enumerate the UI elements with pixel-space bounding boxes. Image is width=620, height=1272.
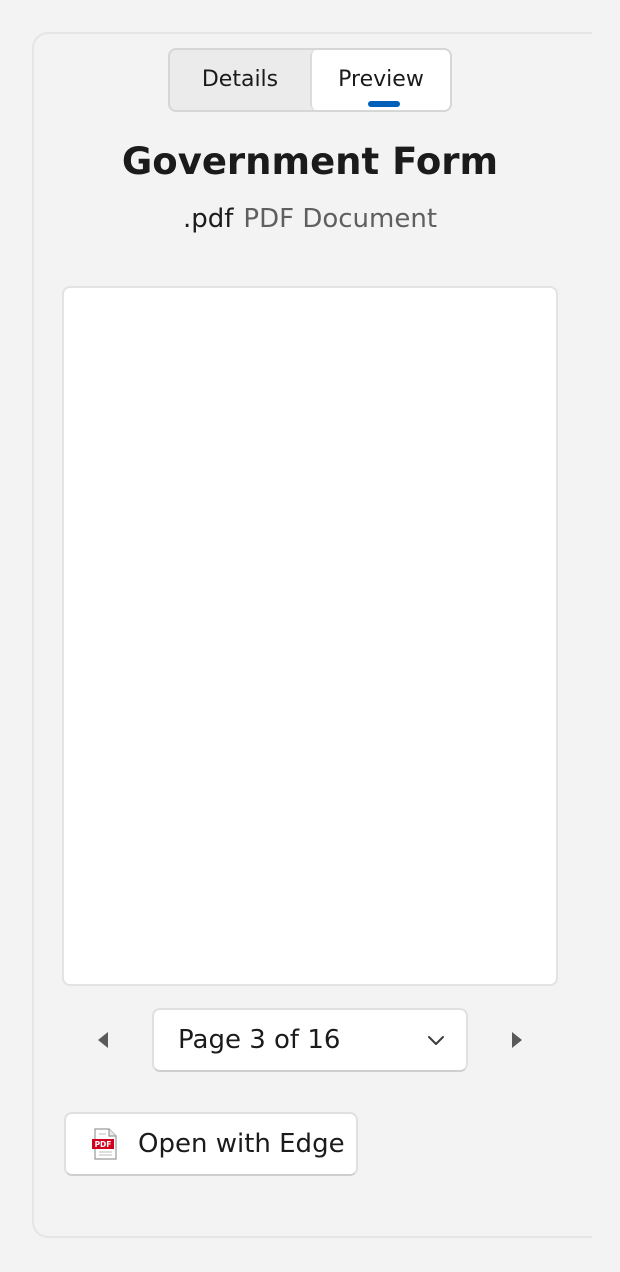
next-page-button[interactable] [496, 1020, 536, 1060]
file-title: Government Form [121, 140, 499, 183]
file-type: PDF Document [243, 204, 438, 234]
chevron-down-icon [428, 1036, 444, 1045]
previous-page-button[interactable] [84, 1020, 124, 1060]
view-tab-switcher: Details Preview [168, 48, 452, 112]
tab-preview[interactable]: Preview [310, 50, 450, 110]
open-with-edge-button[interactable]: PDF Open with Edge [64, 1112, 358, 1176]
file-subtitle: .pdf PDF Document [0, 204, 620, 234]
document-preview-page [62, 286, 558, 986]
caret-right-icon [512, 1032, 522, 1048]
selected-tab-indicator [368, 101, 400, 107]
tab-details-label: Details [201, 67, 279, 92]
tab-details[interactable]: Details [170, 50, 310, 110]
page-selector-dropdown[interactable]: Page 3 of 16 [152, 1008, 468, 1072]
open-with-edge-label: Open with Edge [138, 1129, 345, 1159]
page-selector-label: Page 3 of 16 [178, 1025, 341, 1055]
tab-preview-label: Preview [338, 67, 424, 92]
file-extension: .pdf [182, 204, 234, 234]
caret-left-icon [98, 1032, 108, 1048]
pdf-file-icon: PDF [92, 1128, 117, 1160]
pdf-icon-text: PDF [95, 1140, 112, 1149]
